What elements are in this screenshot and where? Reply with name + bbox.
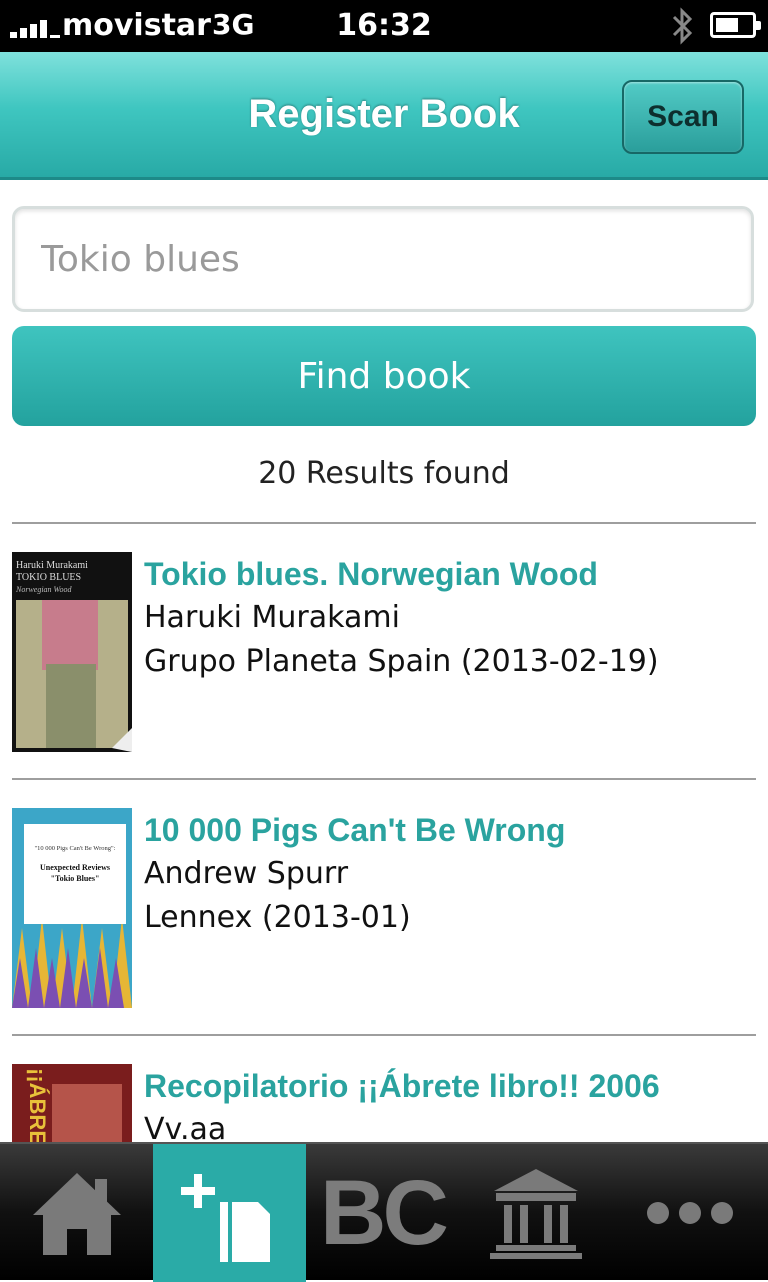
tab-register-book[interactable] — [153, 1144, 306, 1282]
book-cover-image: Haruki Murakami TOKIO BLUES Norwegian Wo… — [12, 552, 132, 752]
more-icon — [647, 1202, 733, 1224]
list-item[interactable]: "10 000 Pigs Can't Be Wrong": Unexpected… — [0, 808, 768, 1018]
book-publisher: Lennex (2013-01) — [144, 900, 411, 935]
navigation-bar: Register Book Scan — [0, 52, 768, 180]
status-time: 16:32 — [336, 8, 432, 43]
cover-title-text: ¡¡ÁBRETE — [25, 1068, 50, 1144]
book-author: Andrew Spurr — [144, 856, 349, 891]
tab-bc[interactable]: BC — [306, 1144, 459, 1282]
tab-library[interactable] — [459, 1144, 612, 1282]
find-book-button[interactable]: Find book — [12, 326, 756, 426]
tab-bar: BC — [0, 1142, 768, 1282]
library-icon — [489, 1169, 582, 1259]
add-book-icon — [180, 1174, 270, 1262]
book-title: Tokio blues. Norwegian Wood — [144, 556, 598, 592]
list-item[interactable]: Haruki Murakami TOKIO BLUES Norwegian Wo… — [0, 552, 768, 762]
book-cover-image: "10 000 Pigs Can't Be Wrong": Unexpected… — [12, 808, 132, 1008]
cover-title-text: TOKIO BLUES — [16, 572, 81, 583]
results-count: 20 Results found — [258, 456, 510, 491]
search-input[interactable] — [12, 206, 754, 312]
scan-button[interactable]: Scan — [622, 80, 744, 154]
cover-author-text: Haruki Murakami — [16, 560, 88, 571]
book-author: Vv.aa — [144, 1112, 227, 1144]
tab-more[interactable] — [612, 1144, 768, 1282]
divider — [12, 778, 756, 780]
cover-title-text: Unexpected Reviews — [40, 863, 110, 872]
book-author: Haruki Murakami — [144, 600, 400, 635]
cover-subtitle-text: "Tokio Blues" — [51, 874, 100, 883]
book-cover-image: ¡¡ÁBRETE — [12, 1064, 132, 1144]
bc-icon: BC — [320, 1161, 449, 1264]
cover-quote-text: "10 000 Pigs Can't Be Wrong": — [34, 845, 115, 852]
battery-icon — [710, 12, 761, 38]
bluetooth-icon — [672, 7, 693, 45]
home-icon — [32, 1173, 121, 1255]
list-item[interactable]: ¡¡ÁBRETE Recopilatorio ¡¡Ábrete libro!! … — [0, 1064, 768, 1144]
book-title: 10 000 Pigs Can't Be Wrong — [144, 812, 566, 848]
divider — [12, 522, 756, 524]
book-publisher: Grupo Planeta Spain (2013-02-19) — [144, 644, 659, 679]
status-bar: movistar 3G 16:32 — [0, 0, 768, 52]
book-title: Recopilatorio ¡¡Ábrete libro!! 2006 — [144, 1068, 660, 1104]
cover-subtitle-text: Norwegian Wood — [15, 585, 72, 594]
divider — [12, 1034, 756, 1036]
tab-home[interactable] — [0, 1144, 153, 1282]
